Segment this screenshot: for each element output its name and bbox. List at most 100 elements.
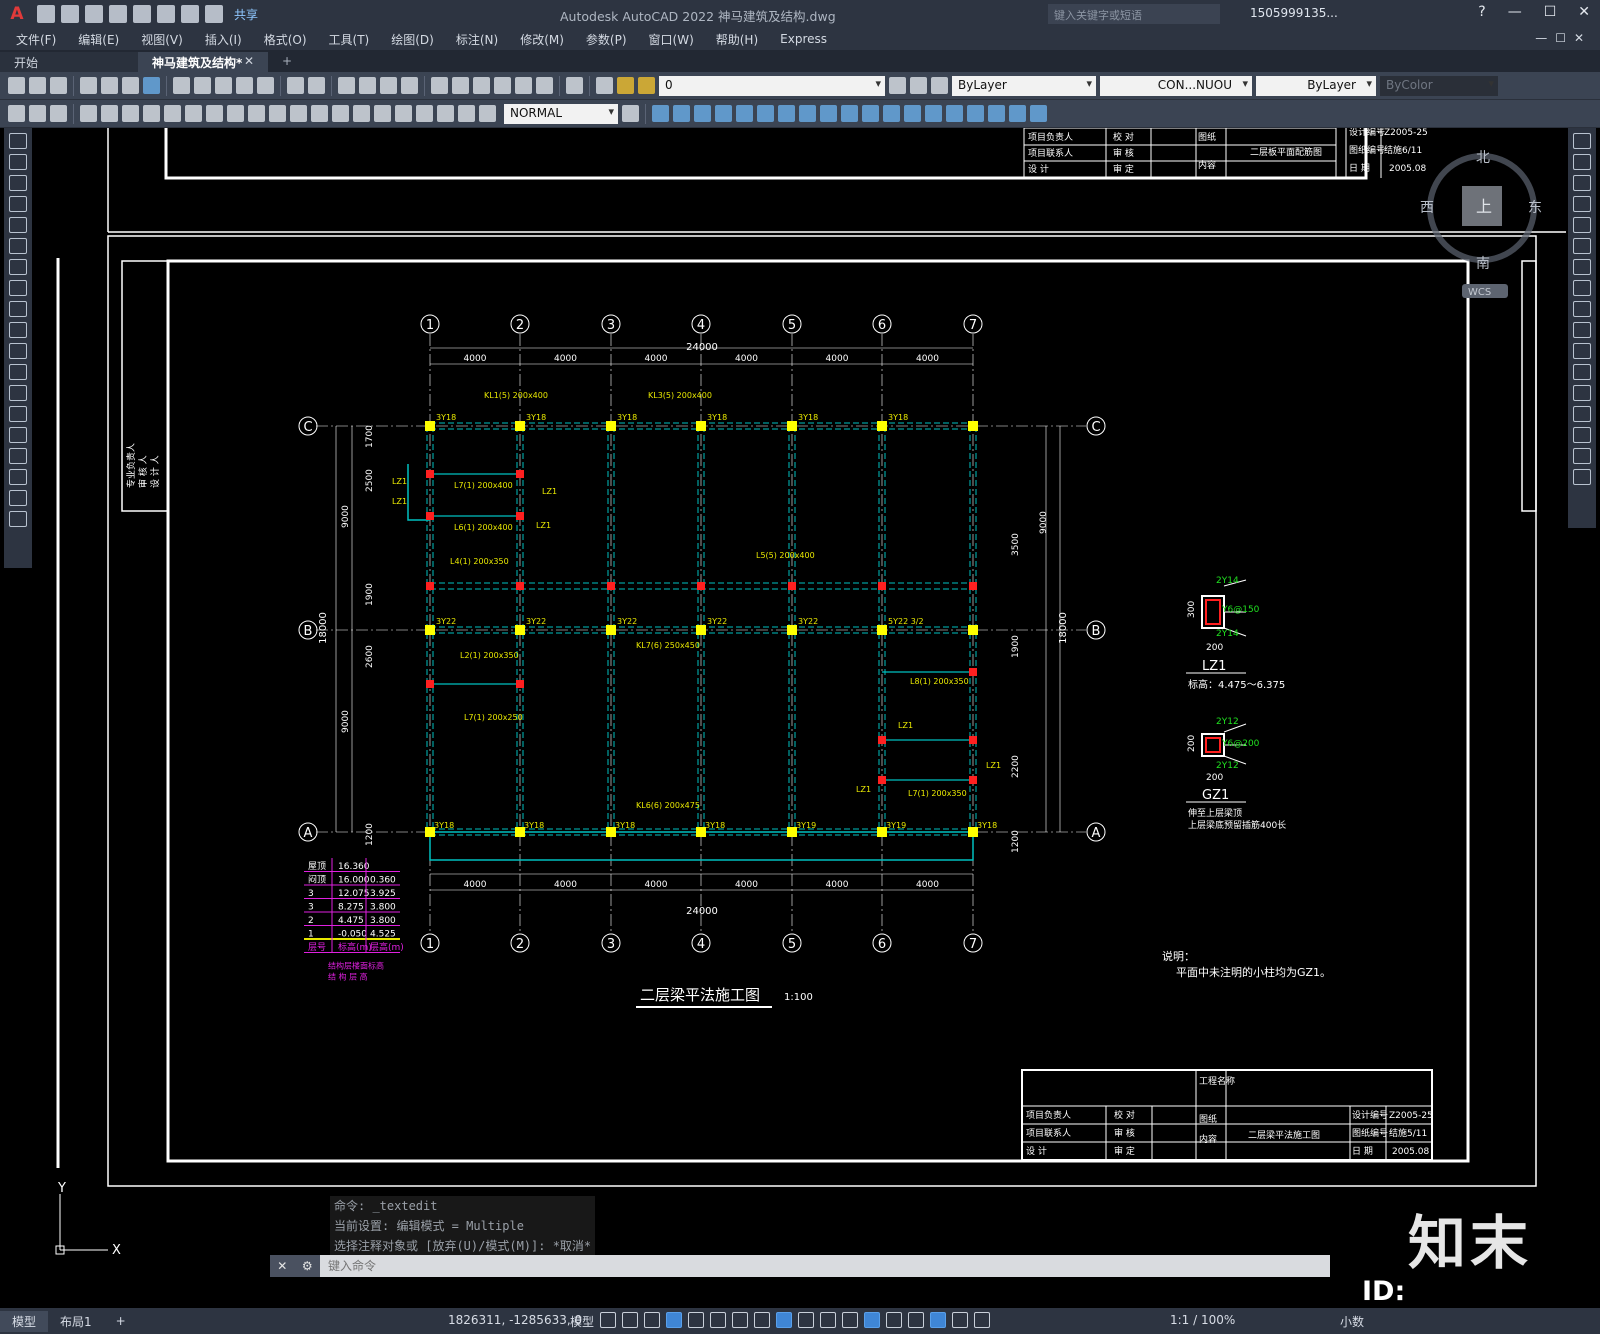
dim-update-icon[interactable] <box>479 105 496 122</box>
chamfer-tool-icon[interactable] <box>1573 406 1591 422</box>
intersect-icon[interactable] <box>904 105 921 122</box>
line-tool-icon[interactable] <box>9 133 27 149</box>
publish-icon[interactable] <box>133 5 151 23</box>
block-editor-icon[interactable] <box>257 77 274 94</box>
insert-block-icon[interactable] <box>9 364 27 380</box>
preview-icon[interactable] <box>101 77 118 94</box>
diameter-icon[interactable] <box>206 105 223 122</box>
pan-icon[interactable] <box>338 77 355 94</box>
zoom-window-icon[interactable] <box>380 77 397 94</box>
selection-cycling-icon[interactable] <box>842 1312 858 1328</box>
extend-tool-icon[interactable] <box>1573 343 1591 359</box>
calculator-icon[interactable] <box>536 77 553 94</box>
menu-help[interactable]: 帮助(H) <box>716 31 758 48</box>
properties-icon[interactable] <box>431 77 448 94</box>
infer-toggle-icon[interactable] <box>644 1312 660 1328</box>
sweep-icon[interactable] <box>820 105 837 122</box>
rotate-tool-icon[interactable] <box>1573 259 1591 275</box>
move-tool-icon[interactable] <box>1573 238 1591 254</box>
help-icon[interactable] <box>566 77 583 94</box>
maximize-icon[interactable]: ☐ <box>1544 4 1557 20</box>
dim-text-edit-icon[interactable] <box>458 105 475 122</box>
xline-tool-icon[interactable] <box>9 154 27 170</box>
jogged-icon[interactable] <box>185 105 202 122</box>
annotation-visibility-icon[interactable] <box>952 1312 968 1328</box>
dynamic-ucs-icon[interactable] <box>886 1312 902 1328</box>
radius-icon[interactable] <box>164 105 181 122</box>
offset-tool-icon[interactable] <box>1573 196 1591 212</box>
save-icon[interactable] <box>85 5 103 23</box>
menu-tools[interactable]: 工具(T) <box>329 31 370 48</box>
menu-file[interactable]: 文件(F) <box>16 31 56 48</box>
explode-tool-icon[interactable] <box>1573 469 1591 485</box>
autoscale-icon[interactable] <box>974 1312 990 1328</box>
plot-icon[interactable] <box>80 77 97 94</box>
arc-tool-icon[interactable] <box>9 238 27 254</box>
customize-icon[interactable]: ⚙ <box>302 1259 313 1273</box>
edit-icon[interactable] <box>8 105 25 122</box>
drawing-canvas[interactable]: 项目负责人 项目联系人 设 计 校 对 审 核 审 定 图纸 二层板平面配筋图 … <box>36 128 1566 1292</box>
shell-icon[interactable] <box>988 105 1005 122</box>
layer-dropdown[interactable]: 0 <box>659 75 885 96</box>
polar-toggle-icon[interactable] <box>710 1312 726 1328</box>
tool-palettes-icon[interactable] <box>473 77 490 94</box>
menu-view[interactable]: 视图(V) <box>141 31 183 48</box>
tab-drawing[interactable]: 神马建筑及结构* ✕ <box>138 52 268 72</box>
viewcube[interactable]: 上 北 南 东 西 WCS <box>1420 146 1550 306</box>
plotstyle-dropdown[interactable]: ByColor <box>1380 75 1498 96</box>
jogged-linear-icon[interactable] <box>416 105 433 122</box>
spline-tool-icon[interactable] <box>9 301 27 317</box>
dim-break-icon[interactable] <box>332 105 349 122</box>
autocad-logo-icon[interactable]: A <box>0 0 34 28</box>
add-layout-button[interactable]: + <box>104 1312 138 1330</box>
snap-toggle-icon[interactable] <box>622 1312 638 1328</box>
polygon-tool-icon[interactable] <box>9 196 27 212</box>
zoom-previous-icon[interactable] <box>401 77 418 94</box>
region-tool-icon[interactable] <box>9 469 27 485</box>
redo-icon[interactable] <box>308 77 325 94</box>
cut-icon[interactable] <box>173 77 190 94</box>
sheet-set-icon[interactable] <box>494 77 511 94</box>
copy-icon[interactable] <box>194 77 211 94</box>
continue-icon[interactable] <box>290 105 307 122</box>
minimize-icon[interactable]: — <box>1508 4 1522 20</box>
save-icon[interactable] <box>50 77 67 94</box>
annotation-scale[interactable]: 1:1 / 100% <box>1170 1313 1235 1327</box>
isodraft-toggle-icon[interactable] <box>732 1312 748 1328</box>
make-current-icon[interactable] <box>889 77 906 94</box>
linear-dim-icon[interactable] <box>80 105 97 122</box>
selection-filter-icon[interactable] <box>908 1312 924 1328</box>
plot-icon[interactable] <box>157 5 175 23</box>
dynamic-input-icon[interactable] <box>666 1312 682 1328</box>
undo-icon[interactable] <box>287 77 304 94</box>
layer-iso-icon[interactable] <box>50 105 67 122</box>
menu-window[interactable]: 窗口(W) <box>649 31 694 48</box>
extrude-icon[interactable] <box>778 105 795 122</box>
tolerance-icon[interactable] <box>353 105 370 122</box>
design-center-icon[interactable] <box>452 77 469 94</box>
sphere-icon[interactable] <box>694 105 711 122</box>
center-mark-icon[interactable] <box>374 105 391 122</box>
gradient-tool-icon[interactable] <box>9 448 27 464</box>
erase-tool-icon[interactable] <box>1573 133 1591 149</box>
inspect-icon[interactable] <box>395 105 412 122</box>
units-readout[interactable]: 小数 <box>1340 1313 1364 1330</box>
viewcube-east[interactable]: 东 <box>1528 200 1542 216</box>
ellipse-tool-icon[interactable] <box>9 322 27 338</box>
ortho-toggle-icon[interactable] <box>688 1312 704 1328</box>
polyline-tool-icon[interactable] <box>9 175 27 191</box>
layer-state-icon[interactable] <box>931 77 948 94</box>
viewcube-south[interactable]: 南 <box>1476 256 1490 272</box>
blend-tool-icon[interactable] <box>1573 448 1591 464</box>
subtract-icon[interactable] <box>883 105 900 122</box>
revolve-icon[interactable] <box>799 105 816 122</box>
markup-icon[interactable] <box>515 77 532 94</box>
mtext-tool-icon[interactable] <box>9 511 27 527</box>
angular-icon[interactable] <box>227 105 244 122</box>
box-icon[interactable] <box>652 105 669 122</box>
qnew-icon[interactable] <box>8 77 25 94</box>
loft-icon[interactable] <box>841 105 858 122</box>
osnap-tracking-icon[interactable] <box>754 1312 770 1328</box>
imprint-icon[interactable] <box>967 105 984 122</box>
union-icon[interactable] <box>862 105 879 122</box>
